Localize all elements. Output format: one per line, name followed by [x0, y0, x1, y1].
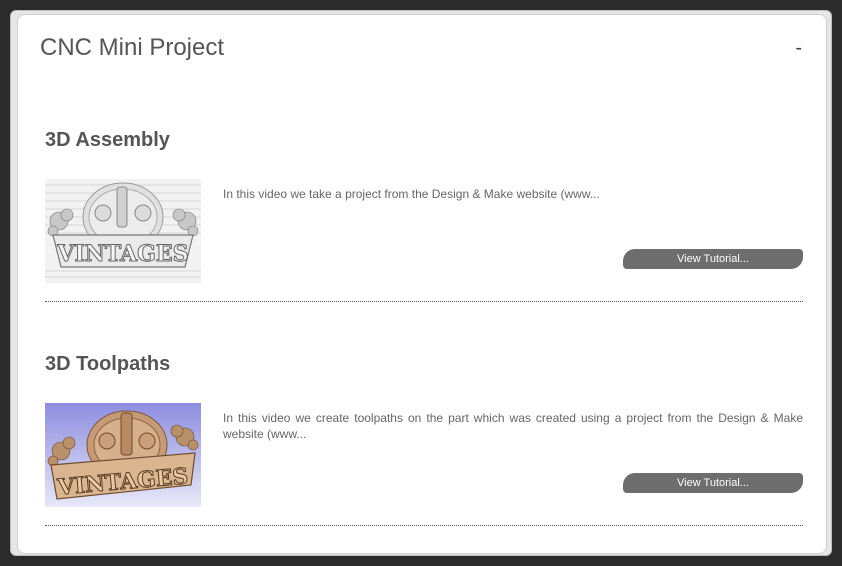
divider	[45, 525, 803, 526]
panel-title: CNC Mini Project	[40, 34, 225, 61]
divider	[45, 301, 803, 302]
tutorial-item: 3D Assembly VINTAGES In this video we ta…	[45, 129, 803, 329]
collapse-button[interactable]: -	[795, 37, 802, 60]
tutorial-description: In this video we create toolpaths on the…	[223, 411, 803, 441]
vintages-sign-grey-image: VINTAGES	[45, 179, 201, 283]
tutorial-thumbnail[interactable]: VINTAGES	[45, 179, 201, 283]
svg-text:VINTAGES: VINTAGES	[56, 241, 188, 267]
vintages-sign-wood-image: VINTAGES	[45, 403, 201, 507]
tutorial-title: 3D Toolpaths	[45, 353, 171, 375]
panel-frame: CNC Mini Project - 3D Assembly VINTAGES …	[10, 10, 832, 556]
tutorial-title: 3D Assembly	[45, 129, 170, 151]
tutorial-description: In this video we take a project from the…	[223, 187, 600, 201]
tutorial-item: 3D Toolpaths VINTAGES In this video we c…	[45, 353, 803, 553]
view-tutorial-button[interactable]: View Tutorial...	[623, 473, 803, 493]
cnc-mini-project-panel: CNC Mini Project - 3D Assembly VINTAGES …	[17, 14, 827, 554]
view-tutorial-button[interactable]: View Tutorial...	[623, 249, 803, 269]
tutorial-thumbnail[interactable]: VINTAGES	[45, 403, 201, 507]
